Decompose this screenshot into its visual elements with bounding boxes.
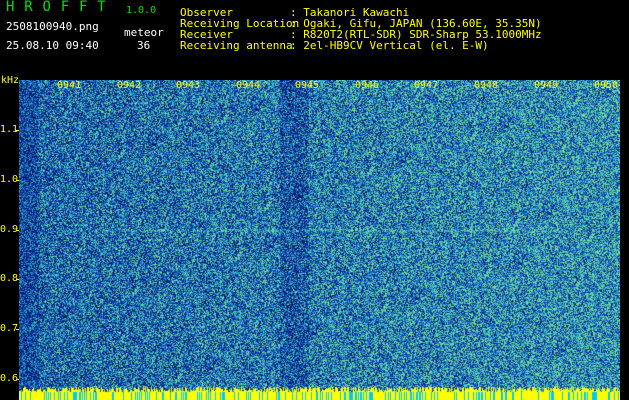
time-tick-label: 0949 bbox=[534, 80, 559, 91]
app-version: 1.0.0 bbox=[126, 5, 157, 16]
y-tick-mark bbox=[16, 379, 19, 380]
app-title: H R O F F T bbox=[6, 0, 107, 15]
time-tick-label: 0950 bbox=[594, 80, 619, 91]
datetime: 25.08.10 09:40 bbox=[6, 39, 99, 52]
time-tick-label: 0945 bbox=[295, 80, 320, 91]
y-tick-mark bbox=[16, 329, 19, 330]
y-tick-mark bbox=[16, 180, 19, 181]
time-tick-label: 0944 bbox=[236, 80, 261, 91]
time-tick-label: 0948 bbox=[474, 80, 499, 91]
y-axis: 1.1 1.0 0.9 0.8 0.7 0.6 bbox=[0, 74, 20, 400]
meteor-count: 36 bbox=[137, 39, 151, 52]
time-tick-label: 0943 bbox=[176, 80, 201, 91]
y-tick-mark bbox=[16, 130, 19, 131]
antenna-label: Receiving antenna bbox=[180, 39, 293, 52]
time-tick-label: 0942 bbox=[117, 80, 142, 91]
y-tick-mark bbox=[16, 279, 19, 280]
y-tick-mark bbox=[16, 230, 19, 231]
meteor-label: meteor bbox=[124, 26, 164, 39]
file-name: 2508100940.png bbox=[6, 20, 99, 33]
time-tick-label: 0947 bbox=[414, 80, 439, 91]
spectrogram bbox=[19, 80, 620, 400]
time-tick-label: 0941 bbox=[57, 80, 82, 91]
hroft-window: H R O F F T 1.0.0 2508100940.png 25.08.1… bbox=[0, 0, 629, 400]
time-tick-label: 0946 bbox=[355, 80, 380, 91]
antenna-value: : 2el-HB9CV Vertical (el. E-W) bbox=[290, 39, 489, 52]
